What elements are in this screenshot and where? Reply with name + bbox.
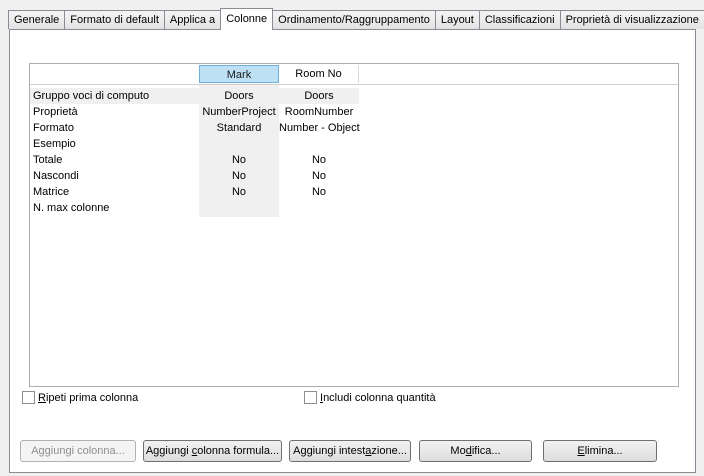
tab-classificazioni[interactable]: Classificazioni bbox=[478, 10, 561, 29]
tab-strip: Generale Formato di default Applica a Co… bbox=[8, 8, 704, 30]
row-label: Proprietà bbox=[33, 106, 78, 118]
column-header-room-no[interactable]: Room No bbox=[279, 65, 359, 83]
modify-button[interactable]: Modifica... bbox=[419, 440, 532, 462]
cell-value[interactable]: No bbox=[199, 168, 279, 184]
tab-proprieta-visualizzazione[interactable]: Proprietà di visualizzazione bbox=[559, 10, 704, 29]
tab-layout[interactable]: Layout bbox=[434, 10, 480, 29]
checkbox-box[interactable] bbox=[304, 391, 317, 404]
row-label: Formato bbox=[33, 122, 74, 134]
cell-value[interactable]: Doors bbox=[199, 88, 279, 104]
cell-value[interactable]: No bbox=[199, 152, 279, 168]
table-row[interactable]: Proprietà NumberProject RoomNumber bbox=[30, 104, 678, 120]
column-header-mark[interactable]: Mark bbox=[199, 65, 279, 83]
include-quantity-column-checkbox[interactable]: Includi colonna quantità bbox=[304, 391, 436, 404]
cell-value[interactable]: No bbox=[279, 168, 359, 184]
tab-ordinamento[interactable]: Ordinamento/Raggruppamento bbox=[272, 10, 436, 29]
cell-value[interactable]: No bbox=[279, 152, 359, 168]
cell-value[interactable]: No bbox=[199, 184, 279, 200]
table-row[interactable]: Totale No No bbox=[30, 152, 678, 168]
tab-panel: Mark Room No Gruppo voci di computo Door… bbox=[9, 29, 696, 473]
tab-formato-di-default[interactable]: Formato di default bbox=[64, 10, 165, 29]
checkbox-box[interactable] bbox=[22, 391, 35, 404]
cell-value[interactable]: NumberProject bbox=[199, 104, 279, 120]
cell-value[interactable]: Standard bbox=[199, 120, 279, 136]
repeat-first-column-label: Ripeti prima colonna bbox=[38, 391, 139, 404]
tab-applica-a[interactable]: Applica a bbox=[163, 10, 222, 29]
repeat-first-column-checkbox[interactable]: Ripeti prima colonna bbox=[22, 391, 138, 404]
header-divider bbox=[30, 84, 678, 85]
row-label: N. max colonne bbox=[33, 202, 110, 214]
row-label: Gruppo voci di computo bbox=[33, 90, 150, 102]
delete-button[interactable]: Elimina... bbox=[543, 440, 657, 462]
tab-colonne[interactable]: Colonne bbox=[220, 8, 274, 30]
row-label: Esempio bbox=[33, 138, 76, 150]
cell-value[interactable]: Doors bbox=[279, 88, 359, 104]
cell-value[interactable]: RoomNumber bbox=[279, 104, 359, 120]
table-row[interactable]: Esempio bbox=[30, 136, 678, 152]
add-header-button[interactable]: Aggiungi intestazione... bbox=[289, 440, 411, 462]
cell-value[interactable]: No bbox=[279, 184, 359, 200]
cell-value[interactable]: Number - Object bbox=[279, 120, 360, 136]
include-quantity-column-label: Includi colonna quantità bbox=[320, 391, 436, 404]
row-label: Nascondi bbox=[33, 170, 79, 182]
table-row[interactable]: Matrice No No bbox=[30, 184, 678, 200]
add-column-button[interactable]: Aggiungi colonna... bbox=[20, 440, 136, 462]
add-formula-column-button[interactable]: Aggiungi colonna formula... bbox=[143, 440, 282, 462]
row-label: Matrice bbox=[33, 186, 70, 198]
row-label: Totale bbox=[33, 154, 63, 166]
table-row[interactable]: Formato Standard Number - Object bbox=[30, 120, 678, 136]
columns-grid[interactable]: Mark Room No Gruppo voci di computo Door… bbox=[29, 63, 679, 387]
table-row[interactable]: Nascondi No No bbox=[30, 168, 678, 184]
table-row[interactable]: N. max colonne bbox=[30, 200, 678, 216]
tab-generale[interactable]: Generale bbox=[8, 10, 66, 29]
table-row[interactable]: Gruppo voci di computo Doors Doors bbox=[30, 88, 678, 104]
